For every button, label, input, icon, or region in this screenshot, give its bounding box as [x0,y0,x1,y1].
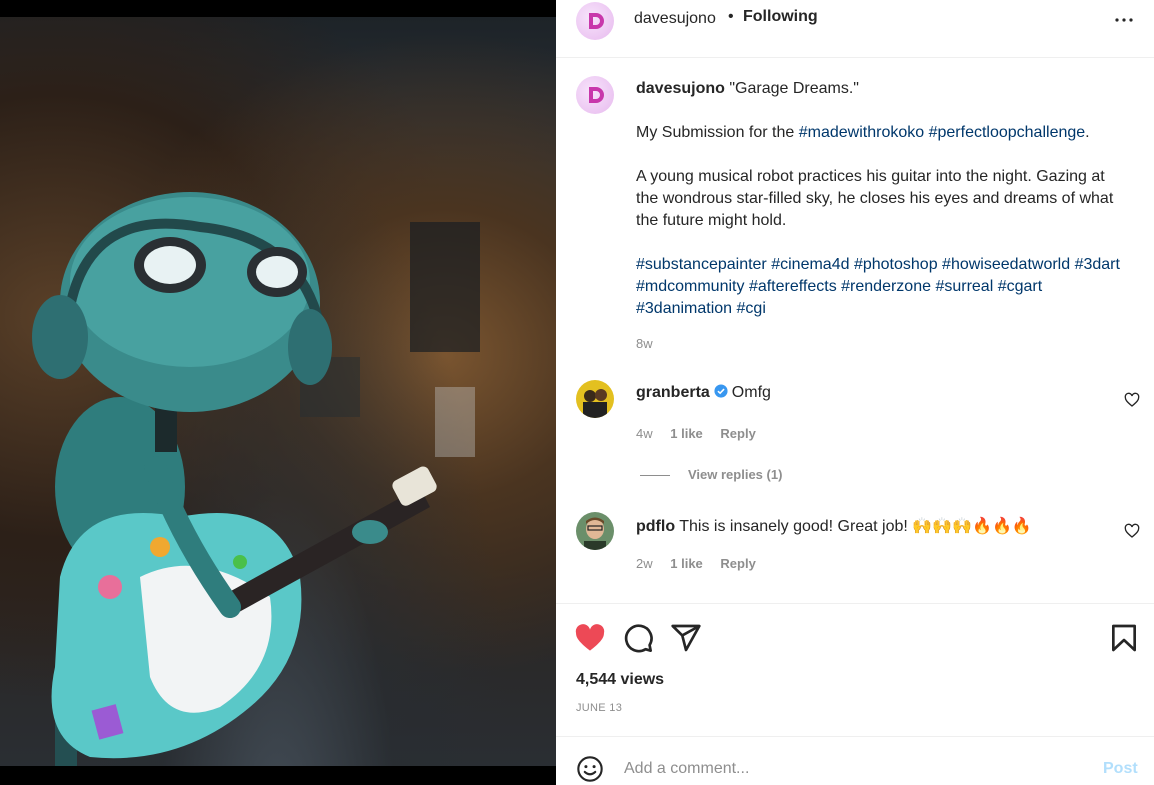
avatar-photo-icon [576,512,614,550]
commenter-avatar[interactable] [576,380,614,418]
comment-timestamp[interactable]: 2w [636,556,653,571]
comment-likes[interactable]: 1 like [670,556,703,571]
comment-username[interactable]: pdflo [636,518,675,535]
hashtag-link[interactable]: #renderzone [841,278,931,295]
caption-timestamp[interactable]: 8w [636,336,653,351]
hashtag-link[interactable]: #mdcommunity [636,278,744,295]
media-letterbox-bottom [0,766,556,785]
avatar-photo-icon [576,380,614,418]
heart-outline-icon[interactable] [1124,523,1140,539]
caption-body: A young musical robot practices his guit… [636,168,1114,229]
hashtag-link[interactable]: #substancepainter [636,256,767,273]
caption-author-avatar[interactable] [576,76,614,114]
comment-text: This is insanely good! Great job! 🙌🙌🙌🔥🔥🔥 [679,518,1032,535]
commenter-avatar[interactable] [576,512,614,550]
comment-meta: 2w 1 like Reply [636,556,770,571]
reply-button[interactable]: Reply [720,556,755,571]
hashtag-link[interactable]: #surreal [935,278,993,295]
hashtag-link[interactable]: #howiseedatworld [942,256,1070,273]
bookmark-icon[interactable] [1108,622,1140,654]
add-comment-input[interactable] [624,757,1064,781]
emoji-icon[interactable] [576,755,604,783]
add-comment-bar: Post [556,736,1154,785]
separator-dot: • [728,8,734,25]
media-letterbox-top [0,0,556,17]
hashtag-link[interactable]: #cinema4d [771,256,849,273]
hashtag-link[interactable]: #3dart [1075,256,1120,273]
hashtag-link[interactable]: #aftereffects [749,278,837,295]
replies-divider [640,475,670,477]
view-replies-button[interactable]: View replies (1) [640,467,782,482]
post-comment-button[interactable]: Post [1103,760,1138,778]
share-icon[interactable] [670,622,702,654]
robot-guitar-illustration [32,192,480,766]
more-horizontal-icon[interactable] [1112,8,1136,32]
post-media[interactable] [0,0,556,785]
post-date[interactable]: JUNE 13 [576,702,622,714]
logo-d-icon [589,87,604,103]
caption-title: "Garage Dreams." [729,80,859,97]
logo-d-icon [589,13,604,29]
heart-outline-icon[interactable] [1124,392,1140,408]
comment-timestamp[interactable]: 4w [636,426,653,441]
hashtag-link[interactable]: #photoshop [854,256,938,273]
following-button[interactable]: Following [743,8,818,26]
comment-icon[interactable] [622,622,654,654]
reply-button[interactable]: Reply [720,426,755,441]
hashtag-link[interactable]: #madewithrokoko [799,124,924,141]
caption-username[interactable]: davesujono [636,80,725,97]
hashtag-link[interactable]: #cgi [737,300,766,317]
view-replies-label: View replies (1) [688,467,783,482]
post-header: davesujono • Following [556,0,1154,58]
comment-likes[interactable]: 1 like [670,426,703,441]
comment-text: Omfg [731,384,771,401]
caption-line2-prefix: My Submission for the [636,124,795,141]
caption-hashtags: #substancepainter #cinema4d #photoshop #… [636,254,1126,320]
caption-line2-suffix: . [1085,124,1090,141]
author-avatar[interactable] [576,2,614,40]
author-username[interactable]: davesujono [634,10,716,28]
verified-badge-icon [714,384,728,398]
hashtag-link[interactable]: #perfectloopchallenge [929,124,1086,141]
caption-text: davesujono "Garage Dreams." My Submissio… [636,78,1126,320]
post-actions: 4,544 views JUNE 13 [556,603,1154,736]
view-count[interactable]: 4,544 views [576,671,664,689]
hashtag-link[interactable]: #3danimation [636,300,732,317]
heart-filled-icon[interactable] [574,622,606,654]
comment-username[interactable]: granberta [636,384,710,401]
comment-meta: 4w 1 like Reply [636,426,770,441]
post-details-panel: davesujono • Following davesujono "Garag… [556,0,1154,785]
hashtag-link[interactable]: #cgart [998,278,1042,295]
